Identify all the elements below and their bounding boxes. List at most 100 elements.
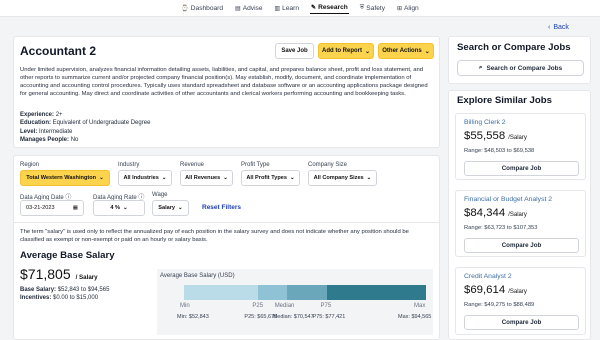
chart-value-label: P75: $77,421 <box>312 314 346 320</box>
dashboard-icon: ⌚ <box>181 5 189 12</box>
compare-job-button[interactable]: Compare Job <box>464 161 579 176</box>
similar-job-title[interactable]: Billing Clerk 2 <box>464 119 506 126</box>
top-nav: ⌚ Dashboard ▤ Advise ▥ Learn ✎ Research ⛨ Saf… <box>0 0 600 17</box>
nav-label: Dashboard <box>190 4 224 12</box>
chevron-down-icon: ⌄ <box>424 48 430 55</box>
data-aging-date-value: 03-21-2023 <box>26 205 55 211</box>
divider <box>13 222 440 223</box>
profit-type-value: All Profit Types <box>246 175 287 181</box>
chevron-down-icon: ⌄ <box>122 205 128 211</box>
wage-label: Wage <box>152 192 168 198</box>
chart-tick-label: Median <box>274 303 295 309</box>
back-link[interactable]: ‹ Back <box>548 24 569 31</box>
chart-tick-label: P75 <box>320 303 332 309</box>
region-value: Total Western Washington <box>26 175 97 181</box>
experience-value: 2+ <box>55 112 63 118</box>
nav-research[interactable]: ✎ Research <box>310 2 349 14</box>
similar-job-salary: $55,558/Salary <box>464 130 527 142</box>
salary-ranges: Base Salary: $52,843 to $94,565 Incentiv… <box>20 286 109 302</box>
similar-job-salary-unit: /Salary <box>508 212 527 218</box>
chevron-down-icon: ⌄ <box>223 175 228 181</box>
explore-similar-title: Explore Similar Jobs <box>457 95 552 106</box>
nav-align[interactable]: ⊞ Align <box>396 3 420 14</box>
incentives-label: Incentives: <box>20 295 52 302</box>
similar-job-range: Range: $48,503 to $69,538 <box>464 148 535 154</box>
compare-job-button[interactable]: Compare Job <box>464 238 579 253</box>
similar-job-title[interactable]: Credit Analyst 2 <box>464 273 512 280</box>
similar-job-range: Range: $63,723 to $107,353 <box>464 225 538 231</box>
data-aging-rate-select[interactable]: 4 % ⌄ <box>93 200 145 216</box>
salary-unit: / Salary <box>75 274 98 281</box>
base-salary-label: Base Salary: <box>20 287 57 293</box>
wage-value: Salary <box>158 205 176 211</box>
nav-dashboard[interactable]: ⌚ Dashboard <box>180 3 224 14</box>
salary-bar-segment <box>326 285 426 300</box>
search-compare-button[interactable]: ⌕ Search or Compare Jobs <box>457 60 584 76</box>
average-base-salary-title: Average Base Salary <box>20 250 115 261</box>
region-select[interactable]: Total Western Washington ⌄ <box>20 170 110 186</box>
nav-label: Learn <box>282 4 300 12</box>
company-size-label: Company Size <box>308 162 348 168</box>
reset-filters-button[interactable]: Reset Filters <box>202 204 241 211</box>
industry-select[interactable]: All Industries ⌄ <box>118 170 172 186</box>
align-icon: ⊞ <box>397 5 403 12</box>
incentives-range: $0.00 to $15,000 <box>53 295 99 302</box>
chevron-down-icon: ⌄ <box>178 205 183 211</box>
revenue-select[interactable]: All Revenues ⌄ <box>180 170 233 186</box>
salary-bar-segment <box>286 285 327 300</box>
region-label: Region <box>20 162 40 168</box>
compare-job-button[interactable]: Compare Job <box>464 315 579 330</box>
industry-label: Industry <box>118 162 140 168</box>
revenue-value: All Revenues <box>185 175 221 181</box>
wage-select[interactable]: Salary ⌄ <box>152 200 189 216</box>
safety-icon: ⛨ <box>359 4 365 11</box>
other-actions-label: Other Actions <box>382 48 422 54</box>
similar-job-salary-value: $69,614 <box>464 284 506 296</box>
similar-job-salary-unit: /Salary <box>508 289 527 295</box>
nav-safety[interactable]: ⛨ Safety <box>359 3 386 14</box>
level-label: Level: <box>20 128 38 135</box>
company-size-value: All Company Sizes <box>313 175 364 181</box>
search-compare-label: Search or Compare Jobs <box>486 64 563 72</box>
nav-learn[interactable]: ▥ Learn <box>274 3 301 14</box>
similar-job-salary-unit: /Salary <box>508 135 527 141</box>
experience-label: Experience: <box>20 112 55 118</box>
salary-chart: Average Base Salary (USD) Min Min: $52,84… <box>157 269 433 335</box>
save-job-label: Save Job <box>281 48 308 54</box>
data-aging-rate-value: 4 % <box>110 205 120 211</box>
add-to-report-label: Add to Report <box>321 48 362 54</box>
similar-job-salary: $84,344/Salary <box>464 207 527 219</box>
similar-job-salary-value: $55,558 <box>464 130 506 142</box>
profit-type-select[interactable]: All Profit Types ⌄ <box>241 170 300 186</box>
nav-label: Advise <box>242 4 263 12</box>
similar-job-card: Financial or Budget Analyst 2 $84,344/Sa… <box>455 190 586 257</box>
search-icon: ⌕ <box>478 64 483 71</box>
data-aging-date-input[interactable]: 03-21-2023 ▦ <box>20 200 84 216</box>
base-salary-range: $52,843 to $94,565 <box>57 287 110 293</box>
chart-value-label: Median: $70,547 <box>272 314 314 320</box>
chevron-down-icon: ⌄ <box>161 175 167 181</box>
similar-job-salary-value: $84,344 <box>464 207 506 219</box>
manages-label: Manages People: <box>20 136 70 143</box>
similar-job-card: Billing Clerk 2 $55,558/Salary Range: $4… <box>455 113 586 180</box>
nav-advise[interactable]: ▤ Advise <box>234 3 263 14</box>
chevron-left-icon: ‹ <box>548 24 551 31</box>
research-icon: ✎ <box>311 5 317 11</box>
chart-tick-label: P25 <box>252 303 264 309</box>
salary-note: The term "salary" is used only to reflec… <box>20 229 409 244</box>
chart-value-label: Max: $94,565 <box>398 314 432 320</box>
revenue-label: Revenue <box>180 162 205 168</box>
other-actions-button[interactable]: Other Actions ⌄ <box>378 43 434 59</box>
save-job-button[interactable]: Save Job <box>275 43 314 59</box>
salary-bar-segment <box>184 285 259 300</box>
company-size-select[interactable]: All Company Sizes ⌄ <box>308 170 377 186</box>
profit-type-label: Profit Type <box>241 162 270 168</box>
salary-bar-segment <box>258 285 287 300</box>
salary-range-bar <box>184 285 426 300</box>
similar-job-range: Range: $49,275 to $88,489 <box>464 302 535 308</box>
chart-tick-label: Min <box>180 303 190 309</box>
page-title: Accountant 2 <box>20 44 97 58</box>
similar-job-title[interactable]: Financial or Budget Analyst 2 <box>464 196 552 203</box>
add-to-report-button[interactable]: Add to Report ⌄ <box>318 43 374 59</box>
chart-tick-label: Max <box>414 303 426 309</box>
